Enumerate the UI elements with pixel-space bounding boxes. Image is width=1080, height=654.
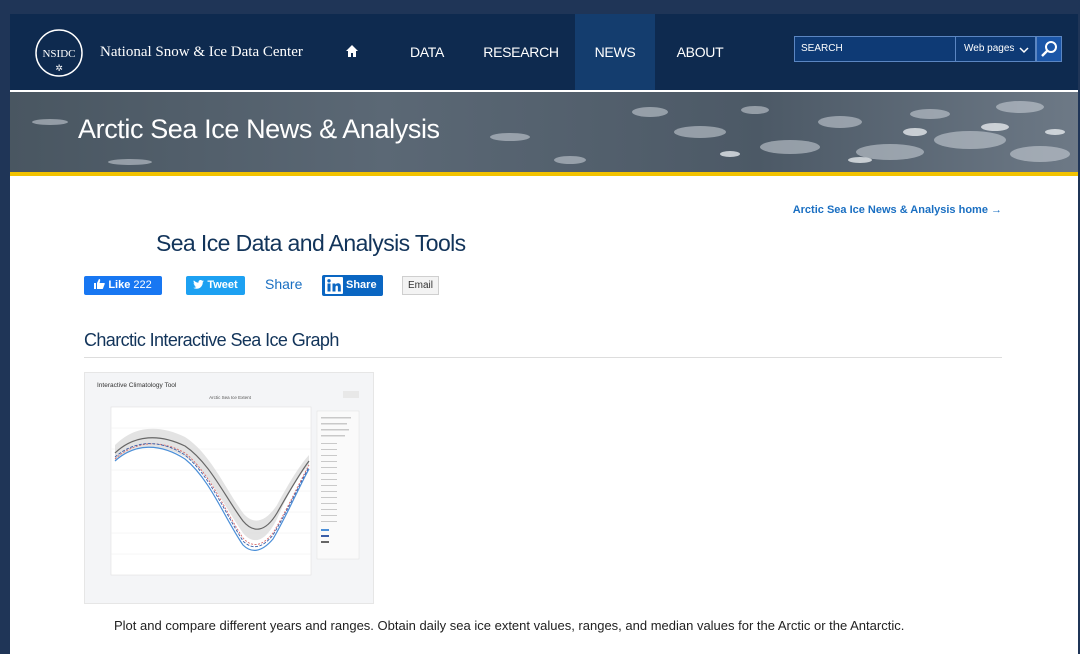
page-banner: Arctic Sea Ice News & Analysis xyxy=(10,92,1078,172)
tweet-button[interactable]: Tweet xyxy=(186,276,245,295)
banner-divider xyxy=(10,172,1078,176)
top-navigation: NSIDC ✲ National Snow & Ice Data Center … xyxy=(10,14,1078,90)
nav-data[interactable]: DATA xyxy=(396,14,458,90)
like-label: Like xyxy=(108,279,131,291)
charctic-graph-thumbnail[interactable]: Interactive Climatology Tool Arctic Sea … xyxy=(84,372,374,604)
linkedin-icon xyxy=(325,277,343,294)
page-frame: NSIDC ✲ National Snow & Ice Data Center … xyxy=(10,14,1078,654)
section-title: Charctic Interactive Sea Ice Graph xyxy=(84,330,339,350)
home-link[interactable]: Arctic Sea Ice News & Analysis home → xyxy=(793,204,1002,216)
search-icon xyxy=(1041,41,1057,57)
tweet-label: Tweet xyxy=(207,279,238,291)
svg-text:NSIDC: NSIDC xyxy=(42,48,75,60)
section-divider xyxy=(84,357,1002,358)
nsidc-logo[interactable]: NSIDC ✲ xyxy=(34,28,84,78)
nav-news[interactable]: NEWS xyxy=(575,14,655,90)
linkedin-share-button[interactable]: Share xyxy=(322,275,383,296)
search-scope-select[interactable]: Web pages xyxy=(956,36,1036,62)
share-link[interactable]: Share xyxy=(265,276,302,292)
nav-about[interactable]: ABOUT xyxy=(666,14,734,90)
twitter-icon xyxy=(193,280,205,289)
search-scope-label: Web pages xyxy=(964,43,1015,54)
search-input[interactable]: SEARCH xyxy=(794,36,956,62)
banner-title: Arctic Sea Ice News & Analysis xyxy=(78,114,440,144)
linkedin-label: Share xyxy=(346,279,377,291)
search-button[interactable] xyxy=(1036,36,1062,62)
like-count: 222 xyxy=(133,279,152,291)
nav-research[interactable]: RESEARCH xyxy=(480,14,562,90)
home-icon[interactable] xyxy=(345,44,359,58)
svg-text:Interactive Climatology Tool: Interactive Climatology Tool xyxy=(97,382,177,389)
facebook-like-button[interactable]: Like 222 xyxy=(84,276,162,295)
email-button[interactable]: Email xyxy=(402,276,439,295)
chevron-down-icon xyxy=(1019,47,1029,54)
page-title: Sea Ice Data and Analysis Tools xyxy=(156,230,466,256)
thumbs-up-icon xyxy=(94,279,106,289)
site-name[interactable]: National Snow & Ice Data Center xyxy=(100,44,303,61)
graph-description: Plot and compare different years and ran… xyxy=(114,618,905,633)
charctic-graph-image: Interactive Climatology Tool Arctic Sea … xyxy=(97,382,360,576)
svg-text:Arctic Sea Ice Extent: Arctic Sea Ice Extent xyxy=(209,395,252,400)
svg-text:✲: ✲ xyxy=(55,64,63,74)
